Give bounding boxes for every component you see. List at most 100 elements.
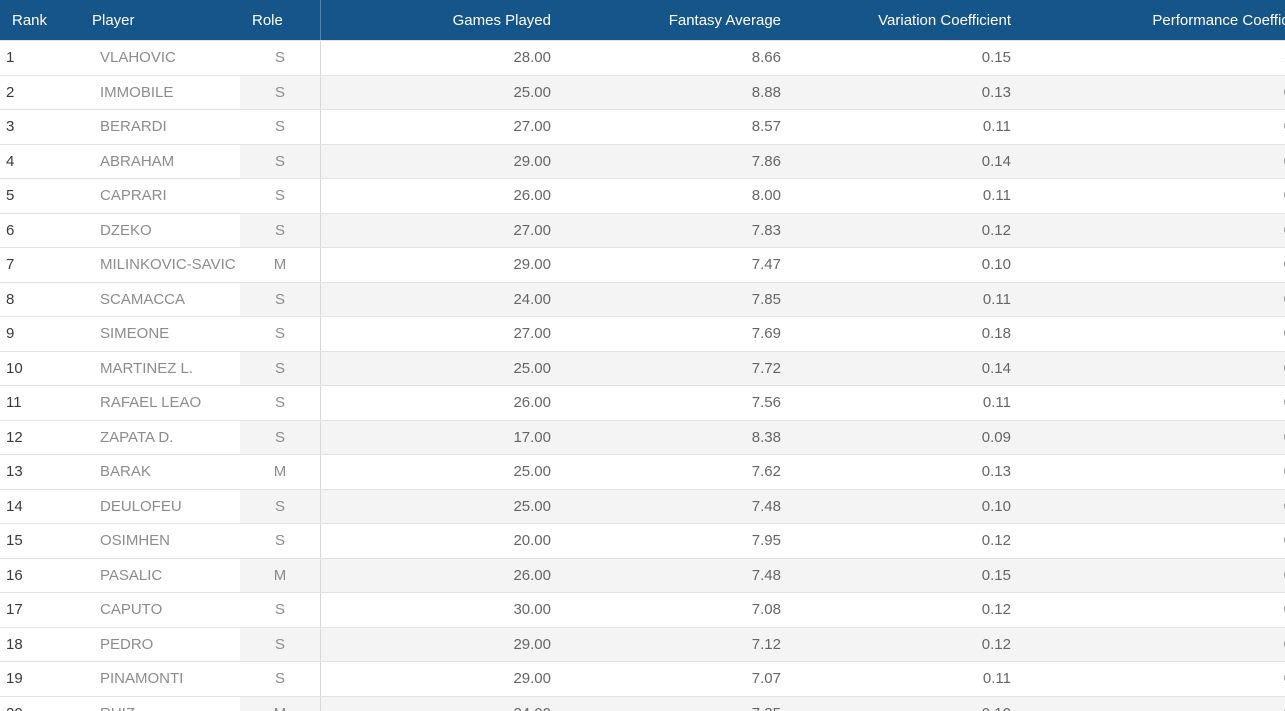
table-row[interactable]: 18PEDROS29.007.120.120.51	[0, 627, 1285, 662]
cell-games-played: 25.00	[320, 351, 563, 386]
cell-fantasy-average: 7.83	[563, 213, 793, 248]
table-row[interactable]: 12ZAPATA D.S17.008.380.090.58	[0, 420, 1285, 455]
cell-role: S	[240, 178, 320, 214]
column-header-games-played[interactable]: Games Played	[320, 0, 563, 41]
cell-role: S	[240, 144, 320, 179]
cell-variation-coefficient: 0.11	[793, 109, 1023, 145]
cell-role: M	[240, 454, 320, 490]
cell-player: MILINKOVIC-SAVIC	[80, 247, 240, 283]
table-row[interactable]: 14DEULOFEUS25.007.480.100.55	[0, 489, 1285, 524]
column-header-performance-coefficient[interactable]: Performance Coefficient	[1023, 0, 1285, 41]
cell-role-value: S	[240, 627, 320, 661]
cell-performance-coefficient: 0.63	[1023, 282, 1285, 317]
cell-role-value: S	[240, 420, 320, 454]
cell-performance-coefficient: 0.99	[1023, 75, 1285, 110]
cell-rank: 12	[0, 420, 80, 455]
cell-fantasy-average: 8.57	[563, 109, 793, 145]
cell-fantasy-average: 8.66	[563, 40, 793, 76]
cell-variation-coefficient: 0.12	[793, 213, 1023, 248]
cell-rank: 20	[0, 696, 80, 711]
cell-performance-coefficient: 0.70	[1023, 213, 1285, 248]
cell-performance-coefficient: 0.61	[1023, 316, 1285, 352]
cell-fantasy-average: 8.88	[563, 75, 793, 110]
column-header-player[interactable]: Player	[80, 0, 240, 41]
table-row[interactable]: 20RUIZM24.007.350.100.49	[0, 696, 1285, 711]
table-row[interactable]: 5CAPRARI S 26.008.000.110.74	[0, 178, 1285, 214]
cell-variation-coefficient: 0.12	[793, 592, 1023, 628]
cell-role: S	[240, 282, 320, 317]
cell-player: SCAMACCA	[80, 282, 240, 317]
column-header-rank[interactable]: Rank	[0, 0, 80, 41]
table-row[interactable]: 16PASALICM26.007.480.150.54	[0, 558, 1285, 593]
cell-rank: 14	[0, 489, 80, 524]
cell-games-played: 25.00	[320, 75, 563, 110]
cell-rank: 7	[0, 247, 80, 283]
table-row[interactable]: 7MILINKOVIC-SAVIC M 29.007.470.100.64	[0, 247, 1285, 283]
table-row[interactable]: 2IMMOBILES25.008.880.130.99	[0, 75, 1285, 110]
column-header-variation-coefficient[interactable]: Variation Coefficient	[793, 0, 1023, 41]
cell-fantasy-average: 7.48	[563, 489, 793, 524]
cell-player: BERARDI	[80, 109, 240, 145]
table-row[interactable]: 19PINAMONTI S 29.007.070.110.50	[0, 661, 1285, 697]
cell-role-value: S	[240, 351, 320, 385]
cell-games-played: 27.00	[320, 213, 563, 248]
cell-player: CAPRARI	[80, 178, 240, 214]
table-row[interactable]: 13BARAK M 25.007.620.130.58	[0, 454, 1285, 490]
cell-performance-coefficient: 1.00	[1023, 40, 1285, 76]
cell-fantasy-average: 7.35	[563, 696, 793, 711]
cell-role-value: S	[274, 601, 285, 618]
table-header-row: Rank Player Role Games Played Fantasy Av…	[0, 0, 1285, 41]
cell-fantasy-average: 7.48	[563, 558, 793, 593]
cell-games-played: 30.00	[320, 592, 563, 628]
column-header-role[interactable]: Role	[240, 0, 320, 41]
cell-rank: 5	[0, 178, 80, 214]
cell-fantasy-average: 7.86	[563, 144, 793, 179]
cell-role: S	[240, 627, 320, 662]
table-row[interactable]: 10MARTINEZ L.S25.007.720.140.60	[0, 351, 1285, 386]
table-row[interactable]: 4ABRAHAMS29.007.860.140.74	[0, 144, 1285, 179]
cell-variation-coefficient: 0.10	[793, 696, 1023, 711]
cell-variation-coefficient: 0.11	[793, 661, 1023, 697]
cell-role-value: S	[240, 75, 320, 109]
table-row[interactable]: 9SIMEONE S 27.007.690.180.61	[0, 316, 1285, 352]
cell-rank: 17	[0, 592, 80, 628]
table-row[interactable]: 17CAPUTO S 30.007.080.120.52	[0, 592, 1285, 628]
cell-rank: 6	[0, 213, 80, 248]
cell-games-played: 26.00	[320, 558, 563, 593]
column-header-fantasy-average[interactable]: Fantasy Average	[563, 0, 793, 41]
cell-player: RUIZ	[80, 696, 240, 711]
cell-games-played: 25.00	[320, 489, 563, 524]
cell-variation-coefficient: 0.09	[793, 420, 1023, 455]
cell-player: IMMOBILE	[80, 75, 240, 110]
cell-performance-coefficient: 0.64	[1023, 247, 1285, 283]
table-row[interactable]: 3BERARDI S 27.008.570.110.97	[0, 109, 1285, 145]
cell-games-played: 27.00	[320, 109, 563, 145]
cell-fantasy-average: 7.12	[563, 627, 793, 662]
cell-performance-coefficient: 0.50	[1023, 661, 1285, 697]
cell-player: VLAHOVIC	[80, 40, 240, 76]
cell-role-value: S	[274, 394, 285, 411]
table-row[interactable]: 11RAFAEL LEAO S 26.007.560.110.59	[0, 385, 1285, 421]
cell-variation-coefficient: 0.14	[793, 351, 1023, 386]
table-row[interactable]: 8SCAMACCAS24.007.850.110.63	[0, 282, 1285, 317]
cell-performance-coefficient: 0.54	[1023, 558, 1285, 593]
cell-games-played: 29.00	[320, 144, 563, 179]
cell-player: CAPUTO	[80, 592, 240, 628]
cell-variation-coefficient: 0.11	[793, 282, 1023, 317]
cell-variation-coefficient: 0.15	[793, 40, 1023, 76]
table-row[interactable]: 1VLAHOVIC S 28.008.660.151.00	[0, 40, 1285, 76]
cell-variation-coefficient: 0.11	[793, 385, 1023, 421]
cell-rank: 8	[0, 282, 80, 317]
cell-role: S	[240, 316, 320, 352]
cell-rank: 10	[0, 351, 80, 386]
cell-role-value: M	[240, 696, 320, 711]
cell-player: BARAK	[80, 454, 240, 490]
table-row[interactable]: 6DZEKOS27.007.830.120.70	[0, 213, 1285, 248]
cell-games-played: 17.00	[320, 420, 563, 455]
cell-rank: 9	[0, 316, 80, 352]
cell-player: ZAPATA D.	[80, 420, 240, 455]
cell-rank: 16	[0, 558, 80, 593]
cell-role: S	[240, 489, 320, 524]
table-body: 1VLAHOVICS28.008.660.151.002IMMOBILES25.…	[0, 40, 1285, 711]
table-row[interactable]: 15OSIMHEN S 20.007.950.120.55	[0, 523, 1285, 559]
